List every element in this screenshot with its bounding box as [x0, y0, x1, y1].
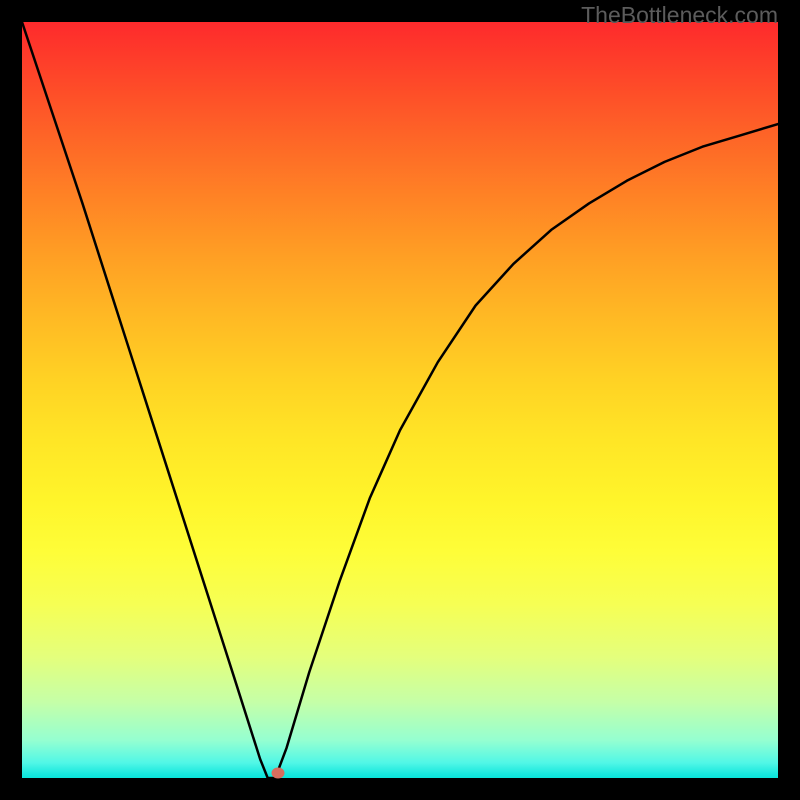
watermark-text: TheBottleneck.com	[581, 2, 778, 29]
chart-container: TheBottleneck.com	[0, 0, 800, 800]
optimal-point-marker	[271, 768, 284, 779]
bottleneck-curve	[22, 22, 778, 778]
